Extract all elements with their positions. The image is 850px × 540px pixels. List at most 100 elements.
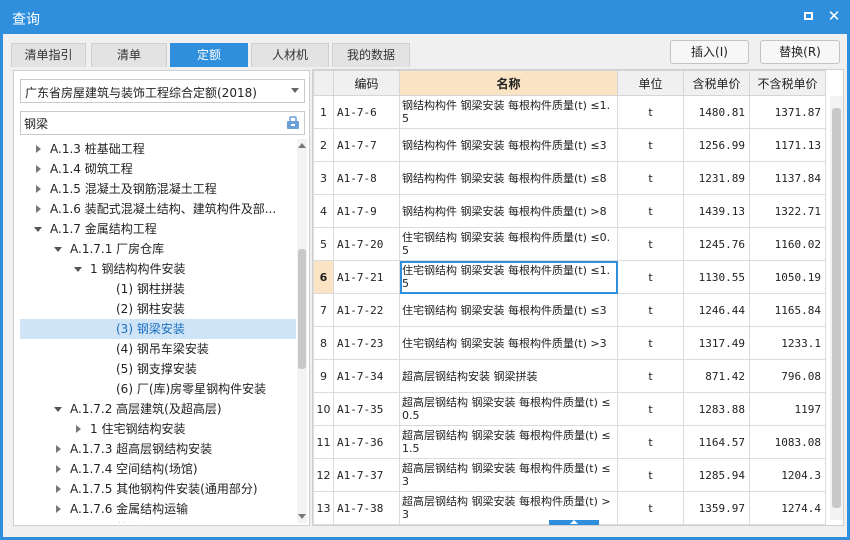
row-number[interactable]: 4 bbox=[313, 194, 334, 228]
unit-cell[interactable]: t bbox=[617, 392, 684, 426]
tab-list-guide[interactable]: 清单指引 bbox=[11, 43, 86, 67]
unit-cell[interactable]: t bbox=[617, 194, 684, 228]
row-number[interactable]: 8 bbox=[313, 326, 334, 360]
name-cell[interactable]: 超高层钢结构 钢梁安装 每根构件质量(t) ≤0.5 bbox=[399, 392, 618, 426]
price-notax-cell[interactable]: 1197 bbox=[749, 392, 826, 426]
header-code[interactable]: 编码 bbox=[333, 70, 400, 96]
row-number[interactable]: 6 bbox=[313, 260, 334, 294]
header-price-notax[interactable]: 不含税单价 bbox=[749, 70, 826, 96]
price-tax-cell[interactable]: 1246.44 bbox=[683, 293, 750, 327]
tree-item[interactable]: A.1.7 金属结构工程 bbox=[20, 219, 296, 239]
expand-caret-icon[interactable] bbox=[54, 499, 64, 519]
header-unit[interactable]: 单位 bbox=[617, 70, 684, 96]
collapse-caret-icon[interactable] bbox=[54, 239, 64, 259]
row-number[interactable]: 13 bbox=[313, 491, 334, 525]
collapse-caret-icon[interactable] bbox=[34, 219, 44, 239]
tree-item[interactable]: A.1.3 桩基础工程 bbox=[20, 139, 296, 159]
price-tax-cell[interactable]: 1480.81 bbox=[683, 95, 750, 129]
expand-caret-icon[interactable] bbox=[34, 139, 44, 159]
search-box[interactable] bbox=[20, 111, 305, 135]
tree-item[interactable]: A.1.7.3 超高层钢结构安装 bbox=[20, 439, 296, 459]
code-cell[interactable]: A1-7-34 bbox=[333, 359, 400, 393]
unit-cell[interactable]: t bbox=[617, 359, 684, 393]
name-cell[interactable]: 超高层钢结构安装 钢梁拼装 bbox=[399, 359, 618, 393]
tree-item[interactable]: A.1.6 装配式混凝土结构、建筑构件及部... bbox=[20, 199, 296, 219]
tree-item[interactable]: A.1.7.4 空间结构(场馆) bbox=[20, 459, 296, 479]
price-notax-cell[interactable]: 1371.87 bbox=[749, 95, 826, 129]
tab-my-data[interactable]: 我的数据 bbox=[332, 43, 410, 67]
replace-button[interactable]: 替换(R) bbox=[760, 40, 840, 64]
header-price-tax[interactable]: 含税单价 bbox=[683, 70, 750, 96]
expand-caret-icon[interactable] bbox=[54, 519, 64, 523]
name-cell[interactable]: 住宅钢结构 钢梁安装 每根构件质量(t) ≤3 bbox=[399, 293, 618, 327]
price-notax-cell[interactable]: 1137.84 bbox=[749, 161, 826, 195]
code-cell[interactable]: A1-7-35 bbox=[333, 392, 400, 426]
unit-cell[interactable]: t bbox=[617, 260, 684, 294]
price-notax-cell[interactable]: 1171.13 bbox=[749, 128, 826, 162]
tree-item[interactable]: (4) 钢吊车梁安装 bbox=[20, 339, 296, 359]
price-notax-cell[interactable]: 796.08 bbox=[749, 359, 826, 393]
table-row[interactable]: 9 A1-7-34 超高层钢结构安装 钢梁拼装 t 871.42 796.08 bbox=[313, 359, 826, 393]
price-notax-cell[interactable]: 1083.08 bbox=[749, 425, 826, 459]
price-notax-cell[interactable]: 1233.1 bbox=[749, 326, 826, 360]
panel-splitter-handle[interactable] bbox=[549, 520, 599, 525]
tree-item[interactable]: A.1.7.6 金属结构运输 bbox=[20, 499, 296, 519]
price-notax-cell[interactable]: 1204.3 bbox=[749, 458, 826, 492]
table-row[interactable]: 3 A1-7-8 钢结构构件 钢梁安装 每根构件质量(t) ≤8 t 1231.89 11… bbox=[313, 161, 826, 195]
row-number[interactable]: 12 bbox=[313, 458, 334, 492]
table-row[interactable]: 12 A1-7-37 超高层钢结构 钢梁安装 每根构件质量(t) ≤3 t 1285.9… bbox=[313, 458, 826, 492]
tree-item[interactable]: (3) 钢梁安装 bbox=[20, 319, 296, 339]
code-cell[interactable]: A1-7-21 bbox=[333, 260, 400, 294]
row-number[interactable]: 1 bbox=[313, 95, 334, 129]
expand-caret-icon[interactable] bbox=[54, 479, 64, 499]
tree-scrollbar[interactable] bbox=[297, 139, 307, 523]
code-cell[interactable]: A1-7-38 bbox=[333, 491, 400, 525]
code-cell[interactable]: A1-7-37 bbox=[333, 458, 400, 492]
tree-item[interactable]: A.1.7.2 高层建筑(及超高层) bbox=[20, 399, 296, 419]
table-scrollbar[interactable] bbox=[830, 96, 843, 520]
price-tax-cell[interactable]: 1283.88 bbox=[683, 392, 750, 426]
title-bar[interactable]: 查询 ✕ bbox=[0, 0, 850, 34]
tree-item[interactable]: A.1.5 混凝土及钢筋混凝土工程 bbox=[20, 179, 296, 199]
price-tax-cell[interactable]: 871.42 bbox=[683, 359, 750, 393]
expand-caret-icon[interactable] bbox=[34, 199, 44, 219]
tree-item[interactable]: A.1.7.1 厂房仓库 bbox=[20, 239, 296, 259]
price-tax-cell[interactable]: 1130.55 bbox=[683, 260, 750, 294]
name-cell[interactable]: 钢结构构件 钢梁安装 每根构件质量(t) >8 bbox=[399, 194, 618, 228]
unit-cell[interactable]: t bbox=[617, 161, 684, 195]
unit-cell[interactable]: t bbox=[617, 227, 684, 261]
price-tax-cell[interactable]: 1285.94 bbox=[683, 458, 750, 492]
table-row[interactable]: 7 A1-7-22 住宅钢结构 钢梁安装 每根构件质量(t) ≤3 t 1246.44 1… bbox=[313, 293, 826, 327]
unit-cell[interactable]: t bbox=[617, 491, 684, 525]
header-name[interactable]: 名称 bbox=[399, 70, 618, 96]
row-number[interactable]: 5 bbox=[313, 227, 334, 261]
tree-item[interactable]: A.1.7.7 其他项目 bbox=[20, 519, 296, 523]
price-notax-cell[interactable]: 1274.4 bbox=[749, 491, 826, 525]
price-notax-cell[interactable]: 1322.71 bbox=[749, 194, 826, 228]
table-row[interactable]: 8 A1-7-23 住宅钢结构 钢梁安装 每根构件质量(t) >3 t 1317.49 1… bbox=[313, 326, 826, 360]
code-cell[interactable]: A1-7-36 bbox=[333, 425, 400, 459]
code-cell[interactable]: A1-7-22 bbox=[333, 293, 400, 327]
row-number[interactable]: 11 bbox=[313, 425, 334, 459]
price-tax-cell[interactable]: 1359.97 bbox=[683, 491, 750, 525]
search-icon[interactable] bbox=[286, 116, 300, 130]
code-cell[interactable]: A1-7-20 bbox=[333, 227, 400, 261]
restore-icon[interactable] bbox=[800, 7, 818, 25]
scroll-down-icon[interactable] bbox=[298, 514, 306, 519]
price-notax-cell[interactable]: 1165.84 bbox=[749, 293, 826, 327]
unit-cell[interactable]: t bbox=[617, 128, 684, 162]
unit-cell[interactable]: t bbox=[617, 425, 684, 459]
insert-button[interactable]: 插入(I) bbox=[670, 40, 749, 64]
name-cell[interactable]: 超高层钢结构 钢梁安装 每根构件质量(t) ≤3 bbox=[399, 458, 618, 492]
table-row[interactable]: 5 A1-7-20 住宅钢结构 钢梁安装 每根构件质量(t) ≤0.5 t 1245.7… bbox=[313, 227, 826, 261]
code-cell[interactable]: A1-7-9 bbox=[333, 194, 400, 228]
name-cell[interactable]: 住宅钢结构 钢梁安装 每根构件质量(t) ≤1.5 bbox=[399, 260, 618, 294]
price-tax-cell[interactable]: 1439.13 bbox=[683, 194, 750, 228]
close-icon[interactable]: ✕ bbox=[825, 7, 843, 25]
price-tax-cell[interactable]: 1317.49 bbox=[683, 326, 750, 360]
name-cell[interactable]: 住宅钢结构 钢梁安装 每根构件质量(t) >3 bbox=[399, 326, 618, 360]
name-cell[interactable]: 住宅钢结构 钢梁安装 每根构件质量(t) ≤0.5 bbox=[399, 227, 618, 261]
search-input[interactable] bbox=[24, 114, 276, 132]
tree-item[interactable]: 1 住宅钢结构安装 bbox=[20, 419, 296, 439]
scroll-thumb[interactable] bbox=[298, 249, 306, 369]
